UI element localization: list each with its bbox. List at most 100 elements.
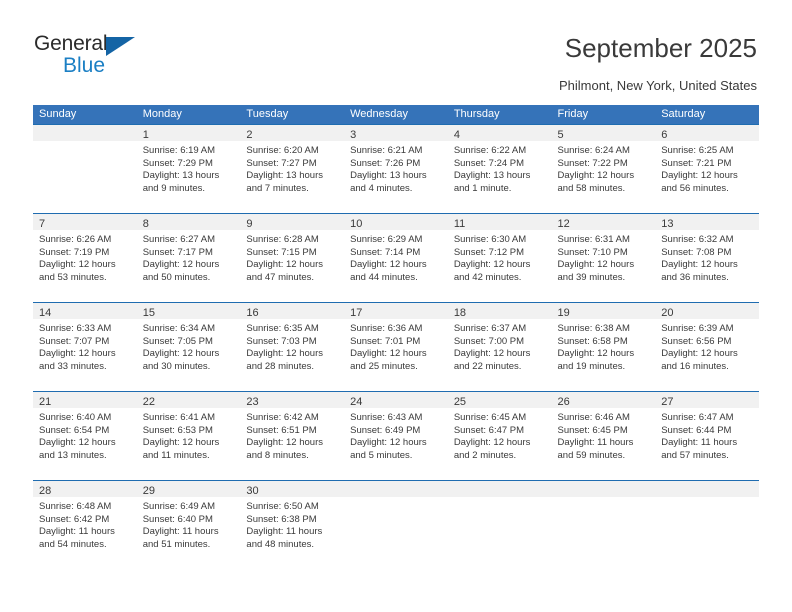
daylight-text-line2: and 28 minutes. xyxy=(246,360,315,372)
sunrise-text: Sunrise: 6:34 AM xyxy=(142,323,216,334)
calendar-day-cell[interactable]: 4 Sunrise: 6:22 AM Sunset: 7:24 PM Daylight… xyxy=(447,125,552,213)
sunset-text: Sunset: 7:24 PM xyxy=(453,157,525,169)
calendar-weeks: 1 Sunrise: 6:19 AM Sunset: 7:29 PM Daylight… xyxy=(33,124,759,569)
day-number-band xyxy=(447,481,552,497)
calendar-day-cell[interactable]: 25 Sunrise: 6:45 AM Sunset: 6:47 PM Dayligh… xyxy=(447,392,552,480)
day-number: 3 xyxy=(350,129,357,141)
sunset-text: Sunset: 6:38 PM xyxy=(246,513,317,525)
calendar-day-cell[interactable]: 9 Sunrise: 6:28 AM Sunset: 7:15 PM Daylight… xyxy=(240,214,345,302)
weekday-header-saturday: Saturday xyxy=(661,108,706,120)
day-number: 29 xyxy=(142,485,155,497)
calendar-day-cell[interactable]: 14 Sunrise: 6:33 AM Sunset: 7:07 PM Dayligh… xyxy=(33,303,137,391)
sunrise-text: Sunrise: 6:38 AM xyxy=(557,323,630,334)
sunrise-text: Sunrise: 6:32 AM xyxy=(661,234,734,245)
day-info: Sunrise: 6:31 AM Sunset: 7:10 PM Daylight:… xyxy=(552,230,656,284)
calendar-day-cell[interactable]: 6 Sunrise: 6:25 AM Sunset: 7:21 PM Daylight… xyxy=(655,125,759,213)
calendar-day-cell[interactable]: 24 Sunrise: 6:43 AM Sunset: 6:49 PM Dayligh… xyxy=(344,392,448,480)
calendar-day-cell[interactable]: 28 Sunrise: 6:48 AM Sunset: 6:42 PM Dayligh… xyxy=(33,481,137,569)
sunset-text: Sunset: 7:07 PM xyxy=(39,335,110,347)
general-blue-logo[interactable]: General Blue xyxy=(34,33,154,85)
sunset-text: Sunset: 7:21 PM xyxy=(661,157,732,169)
daylight-text-line2: and 59 minutes. xyxy=(557,449,626,461)
day-number-band: 15 xyxy=(136,303,241,319)
day-number-band: 11 xyxy=(447,214,552,230)
weekday-header-thursday: Thursday xyxy=(453,108,500,120)
calendar-day-cell[interactable]: 13 Sunrise: 6:32 AM Sunset: 7:08 PM Dayligh… xyxy=(655,214,759,302)
sunset-text: Sunset: 6:53 PM xyxy=(142,424,213,436)
calendar-day-cell[interactable]: 11 Sunrise: 6:30 AM Sunset: 7:12 PM Dayligh… xyxy=(447,214,552,302)
day-number: 12 xyxy=(557,218,570,230)
day-number: 1 xyxy=(142,129,149,141)
daylight-text-line1: Daylight: 12 hours xyxy=(557,170,635,182)
calendar-day-cell-empty xyxy=(655,481,759,569)
calendar-day-cell[interactable]: 22 Sunrise: 6:41 AM Sunset: 6:53 PM Dayligh… xyxy=(136,392,241,480)
calendar-day-cell[interactable]: 26 Sunrise: 6:46 AM Sunset: 6:45 PM Dayligh… xyxy=(551,392,656,480)
day-number-band: 3 xyxy=(344,125,448,141)
calendar-day-cell[interactable]: 23 Sunrise: 6:42 AM Sunset: 6:51 PM Dayligh… xyxy=(240,392,345,480)
calendar-day-cell[interactable]: 17 Sunrise: 6:36 AM Sunset: 7:01 PM Dayligh… xyxy=(344,303,448,391)
day-number: 15 xyxy=(142,307,155,319)
sunrise-text: Sunrise: 6:25 AM xyxy=(661,145,734,156)
sunset-text: Sunset: 7:01 PM xyxy=(350,335,421,347)
day-number-band: 6 xyxy=(655,125,759,141)
daylight-text-line1: Daylight: 12 hours xyxy=(350,259,427,271)
daylight-text-line2: and 19 minutes. xyxy=(557,360,626,372)
sunset-text: Sunset: 6:44 PM xyxy=(661,424,732,436)
sunrise-text: Sunrise: 6:50 AM xyxy=(246,501,319,512)
day-number-band: 14 xyxy=(33,303,137,319)
calendar-day-cell[interactable]: 27 Sunrise: 6:47 AM Sunset: 6:44 PM Dayligh… xyxy=(655,392,759,480)
calendar-day-cell[interactable]: 20 Sunrise: 6:39 AM Sunset: 6:56 PM Dayligh… xyxy=(655,303,759,391)
daylight-text-line2: and 13 minutes. xyxy=(39,449,107,461)
daylight-text-line1: Daylight: 12 hours xyxy=(39,348,116,360)
daylight-text-line2: and 58 minutes. xyxy=(557,182,626,194)
daylight-text-line1: Daylight: 12 hours xyxy=(557,348,635,360)
sunrise-text: Sunrise: 6:43 AM xyxy=(350,412,423,423)
daylight-text-line1: Daylight: 12 hours xyxy=(661,170,738,182)
day-number: 13 xyxy=(661,218,674,230)
calendar-day-cell[interactable]: 7 Sunrise: 6:26 AM Sunset: 7:19 PM Daylight… xyxy=(33,214,137,302)
calendar-grid: Sunday Monday Tuesday Wednesday Thursday… xyxy=(33,105,759,569)
calendar-day-cell[interactable]: 30 Sunrise: 6:50 AM Sunset: 6:38 PM Dayligh… xyxy=(240,481,345,569)
calendar-day-cell[interactable]: 21 Sunrise: 6:40 AM Sunset: 6:54 PM Dayligh… xyxy=(33,392,137,480)
logo-text-blue: Blue xyxy=(63,54,106,77)
daylight-text-line1: Daylight: 12 hours xyxy=(453,348,531,360)
calendar-day-cell[interactable]: 3 Sunrise: 6:21 AM Sunset: 7:26 PM Daylight… xyxy=(344,125,448,213)
day-number: 2 xyxy=(246,129,253,141)
sunrise-text: Sunrise: 6:48 AM xyxy=(39,501,112,512)
day-number-band: 12 xyxy=(551,214,656,230)
daylight-text-line2: and 51 minutes. xyxy=(142,538,211,550)
calendar-day-cell[interactable]: 2 Sunrise: 6:20 AM Sunset: 7:27 PM Daylight… xyxy=(240,125,345,213)
daylight-text-line2: and 48 minutes. xyxy=(246,538,315,550)
sunrise-text: Sunrise: 6:42 AM xyxy=(246,412,319,423)
calendar-day-cell[interactable]: 16 Sunrise: 6:35 AM Sunset: 7:03 PM Dayligh… xyxy=(240,303,345,391)
day-info: Sunrise: 6:38 AM Sunset: 6:58 PM Daylight:… xyxy=(552,319,656,373)
day-number: 24 xyxy=(350,396,363,408)
day-number: 28 xyxy=(39,485,52,497)
calendar-day-cell[interactable]: 5 Sunrise: 6:24 AM Sunset: 7:22 PM Daylight… xyxy=(551,125,656,213)
sunset-text: Sunset: 7:22 PM xyxy=(557,157,628,169)
daylight-text-line1: Daylight: 11 hours xyxy=(142,526,219,538)
day-info: Sunrise: 6:26 AM Sunset: 7:19 PM Daylight:… xyxy=(33,230,137,284)
daylight-text-line2: and 56 minutes. xyxy=(661,182,729,194)
calendar-week-row: 21 Sunrise: 6:40 AM Sunset: 6:54 PM Dayligh… xyxy=(33,391,759,480)
calendar-day-cell[interactable]: 29 Sunrise: 6:49 AM Sunset: 6:40 PM Dayligh… xyxy=(136,481,241,569)
sunset-text: Sunset: 7:08 PM xyxy=(661,246,732,258)
sunset-text: Sunset: 7:15 PM xyxy=(246,246,317,258)
calendar-day-cell[interactable]: 18 Sunrise: 6:37 AM Sunset: 7:00 PM Dayligh… xyxy=(447,303,552,391)
calendar-day-cell[interactable]: 1 Sunrise: 6:19 AM Sunset: 7:29 PM Daylight… xyxy=(136,125,241,213)
daylight-text-line1: Daylight: 13 hours xyxy=(246,170,323,182)
day-info: Sunrise: 6:49 AM Sunset: 6:40 PM Daylight:… xyxy=(137,497,241,551)
sunset-text: Sunset: 6:47 PM xyxy=(453,424,525,436)
calendar-day-cell[interactable]: 12 Sunrise: 6:31 AM Sunset: 7:10 PM Dayligh… xyxy=(551,214,656,302)
calendar-day-cell[interactable]: 8 Sunrise: 6:27 AM Sunset: 7:17 PM Daylight… xyxy=(136,214,241,302)
calendar-day-cell[interactable]: 15 Sunrise: 6:34 AM Sunset: 7:05 PM Dayligh… xyxy=(136,303,241,391)
daylight-text-line2: and 39 minutes. xyxy=(557,271,626,283)
daylight-text-line1: Daylight: 13 hours xyxy=(453,170,531,182)
day-info: Sunrise: 6:29 AM Sunset: 7:14 PM Daylight:… xyxy=(344,230,448,284)
day-info: Sunrise: 6:48 AM Sunset: 6:42 PM Daylight:… xyxy=(33,497,137,551)
calendar-day-cell[interactable]: 10 Sunrise: 6:29 AM Sunset: 7:14 PM Dayligh… xyxy=(344,214,448,302)
day-info: Sunrise: 6:21 AM Sunset: 7:26 PM Daylight:… xyxy=(344,141,448,195)
sunset-text: Sunset: 7:00 PM xyxy=(453,335,525,347)
calendar-day-cell[interactable]: 19 Sunrise: 6:38 AM Sunset: 6:58 PM Dayligh… xyxy=(551,303,656,391)
calendar-page: General Blue September 2025 Philmont, Ne… xyxy=(0,0,792,612)
